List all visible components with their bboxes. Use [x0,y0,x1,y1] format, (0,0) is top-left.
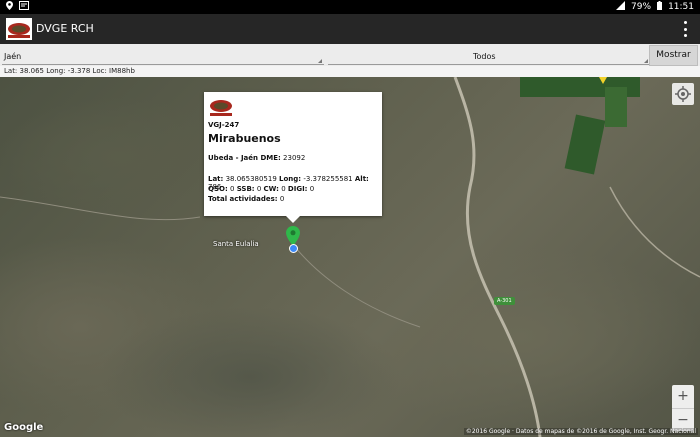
dme-value: 23092 [283,154,306,162]
vertex-location: Ubeda - Jaén DME: 23092 [208,154,305,162]
clock: 11:51 [668,2,694,12]
lat-label: Lat: [208,175,224,183]
coords-bar: Lat: 38.065 Long: -3.378 Loc: IM88hb [0,66,700,77]
zoom-controls: + − [672,385,694,431]
crosshair-icon [675,86,691,102]
vertex-info-popup[interactable]: VGJ-247 Mirabuenos Ubeda - Jaén DME: 230… [204,92,382,223]
ssb-value: 0 [256,185,262,193]
location-prefix: Ubeda - Jaén DME: [208,154,281,162]
digi-value: 0 [309,185,315,193]
my-location-button[interactable] [672,83,694,105]
battery-icon [657,1,663,13]
map-attribution[interactable]: ©2016 Google · Datos de mapas de ©2016 d… [463,428,698,435]
highway-label: A-301 [494,297,515,305]
notification-icon [19,1,29,13]
province-select[interactable]: Jaén [2,44,324,66]
radio-club-logo-icon [208,96,234,118]
lat-value: 38.065380519 [225,175,277,183]
vertex-code: VGJ-247 [208,121,240,129]
cw-label: CW: [263,185,279,193]
cw-value: 0 [281,185,286,193]
coords-text: Lat: 38.065 Long: -3.378 Loc: IM88hb [4,67,135,75]
province-select-value: Jaén [4,52,22,61]
ssb-label: SSB: [236,185,255,193]
status-bar: 79% 11:51 [0,0,700,14]
total-label: Total actividades: [208,195,278,203]
long-label: Long: [279,175,302,183]
overflow-menu-icon[interactable] [684,21,688,37]
type-select[interactable]: Todos [328,44,650,66]
long-value: -3.378255581 [303,175,353,183]
selected-vertex-marker-icon[interactable] [286,226,300,246]
qso-value: 0 [229,185,235,193]
vertex-total-activities: Total actividades: 0 [208,195,284,203]
vertex-name: Mirabuenos [208,132,281,145]
location-pin-icon [6,1,13,13]
filter-bar: Jaén Todos Mostrar [0,44,700,67]
dropdown-arrow-icon [318,59,322,63]
type-select-value: Todos [473,52,496,61]
dropdown-arrow-icon [644,59,648,63]
total-value: 0 [279,195,285,203]
google-logo: Google [4,422,44,433]
vertex-qso-counts: QSO: 0 SSB: 0 CW: 0 DIGI: 0 [208,185,314,193]
map-marker-icon[interactable] [599,77,607,84]
zoom-in-button[interactable]: + [672,385,694,408]
alt-label: Alt: [354,175,369,183]
show-button[interactable]: Mostrar [649,45,698,66]
app-title: DVGE RCH [36,22,94,35]
battery-percent: 79% [631,2,652,12]
radio-club-logo-icon [6,18,32,40]
app-bar: DVGE RCH [0,14,700,44]
town-label: Santa Eulalia [213,240,259,248]
signal-icon [616,1,626,13]
current-location-dot [289,244,298,253]
digi-label: DIGI: [287,185,308,193]
qso-label: QSO: [208,185,228,193]
